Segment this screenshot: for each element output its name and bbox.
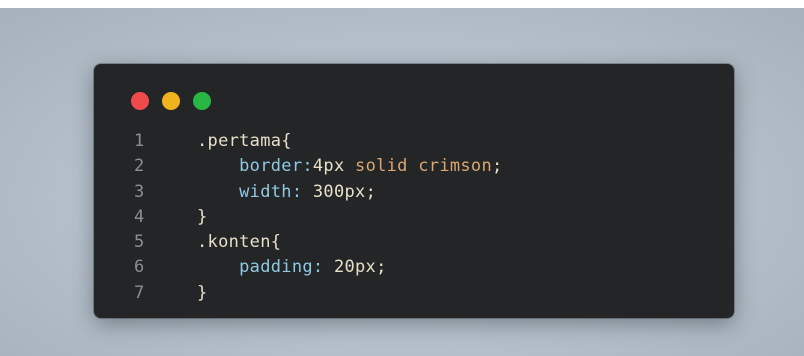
line-number: 2 — [134, 156, 145, 177]
code-token-punctuation: ; — [376, 257, 387, 278]
minimize-dot-icon[interactable] — [162, 92, 180, 110]
line-number: 5 — [134, 232, 145, 253]
code-block: 1 .pertama{2 border:4px solid crimson; 3 w… — [134, 129, 503, 306]
code-token-punctuation — [197, 156, 239, 176]
code-token-punctuation — [197, 257, 239, 277]
code-token-punctuation: } — [197, 206, 208, 227]
code-token-value: 300px — [302, 181, 366, 202]
backdrop: 1 .pertama{2 border:4px solid crimson; 3 w… — [0, 8, 804, 356]
code-line: 7} — [134, 281, 503, 306]
code-token-keyword-value: solid crimson — [344, 156, 492, 177]
code-line: 3 width: 300px; — [134, 180, 503, 205]
code-token-property: width: — [239, 181, 303, 202]
line-number: 3 — [134, 181, 145, 202]
code-window: 1 .pertama{2 border:4px solid crimson; 3 w… — [94, 64, 734, 318]
code-token-punctuation: ; — [365, 181, 377, 202]
code-token-selector: .konten{ — [197, 232, 282, 253]
zoom-dot-icon[interactable] — [193, 92, 211, 110]
code-token-selector: .pertama{ — [197, 131, 292, 151]
window-controls — [131, 92, 211, 110]
line-number: 4 — [134, 206, 145, 227]
code-token-punctuation — [197, 182, 239, 202]
code-line: 5 .konten{ — [134, 230, 503, 255]
close-dot-icon[interactable] — [131, 92, 149, 110]
code-token-punctuation: } — [197, 282, 208, 303]
code-line: 6 padding: 20px; — [134, 255, 503, 280]
code-line: 2 border:4px solid crimson; — [134, 154, 503, 179]
code-line: 1 .pertama{ — [134, 129, 503, 154]
code-line: 4} — [134, 205, 503, 230]
line-number: 6 — [134, 257, 145, 278]
code-token-value: 20px — [323, 257, 377, 278]
line-number: 1 — [134, 131, 145, 151]
code-token-value: 4px — [312, 156, 345, 177]
code-token-property: padding: — [239, 257, 324, 278]
line-number: 7 — [134, 282, 145, 303]
code-token-property: border: — [239, 156, 313, 177]
code-token-punctuation: ; — [492, 156, 503, 177]
